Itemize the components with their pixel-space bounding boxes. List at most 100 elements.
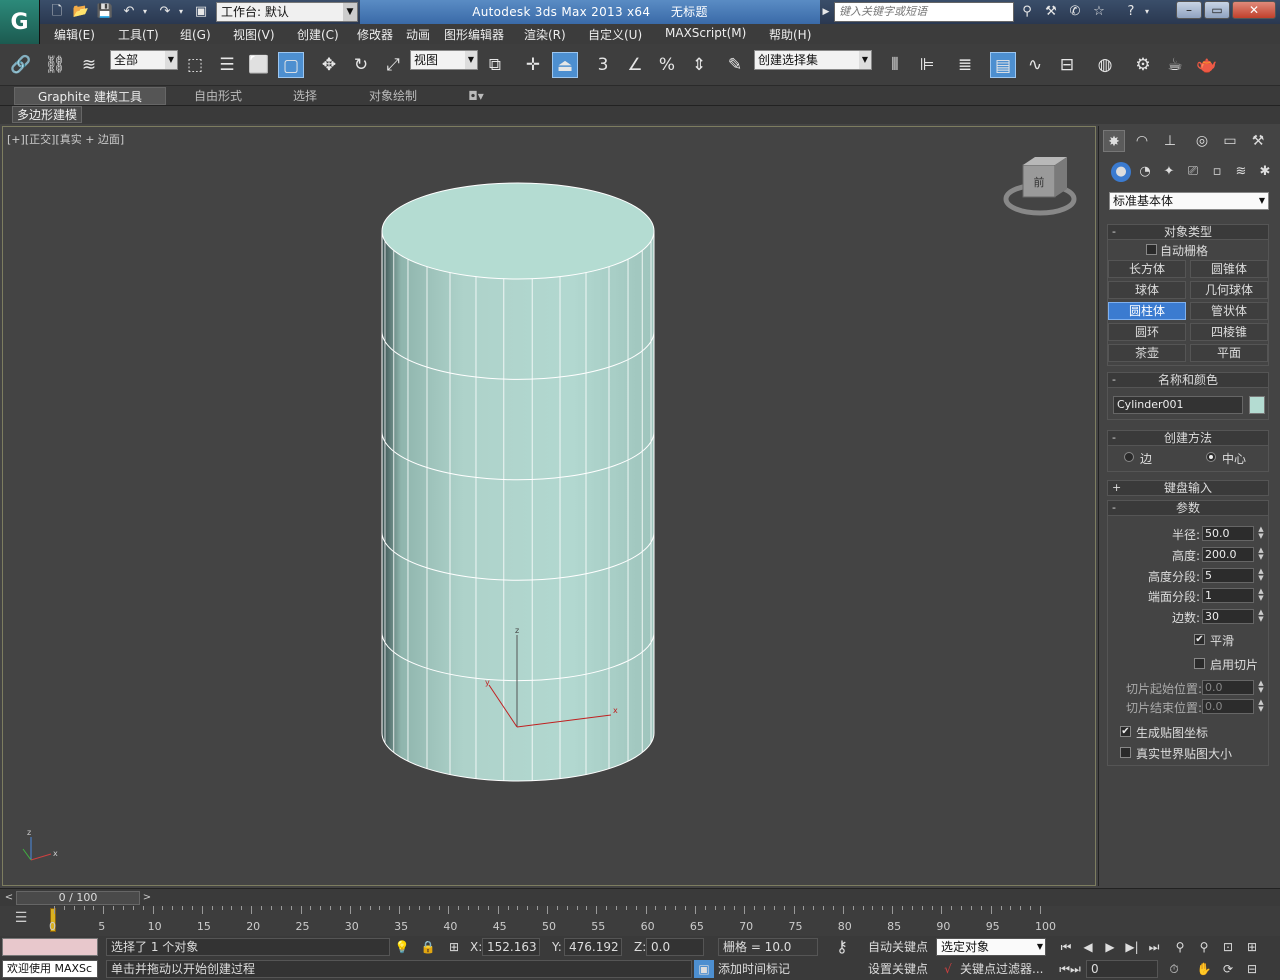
tab-object-paint[interactable]: 对象绘制	[350, 87, 436, 105]
time-slider[interactable]: < 0 / 100 >	[0, 888, 1280, 906]
rendered-frame-icon[interactable]: ☕	[1162, 52, 1188, 78]
window-crossing-icon[interactable]: ▢	[278, 52, 304, 78]
auto-key-button[interactable]: 自动关键点	[864, 938, 932, 956]
height-spinner-arrows[interactable]: ▲ ▼	[1256, 547, 1266, 562]
select-and-scale-icon[interactable]: ⤢	[380, 52, 406, 78]
geosphere-button[interactable]: 几何球体	[1190, 281, 1268, 299]
sides-input[interactable]: 30	[1202, 609, 1254, 624]
close-button[interactable]: ✕	[1232, 1, 1276, 19]
zoom-all-icon[interactable]: ⚲	[1194, 938, 1214, 956]
primitive-category-dropdown[interactable]: 标准基本体 ▼	[1109, 192, 1269, 210]
menu-animation[interactable]: 动画	[406, 26, 430, 43]
time-next-arrow-icon[interactable]: >	[140, 891, 154, 905]
spacewarps-category-icon[interactable]: ≋	[1231, 162, 1251, 182]
object-type-rollout-header[interactable]: - 对象类型	[1107, 224, 1269, 240]
zoom-extents-all-icon[interactable]: ⊞	[1242, 938, 1262, 956]
current-frame-input[interactable]: 0	[1086, 960, 1158, 978]
new-file-icon[interactable]: 🗋	[48, 3, 66, 21]
edit-named-selection-icon[interactable]: ✎	[722, 52, 748, 78]
minimize-button[interactable]: –	[1176, 1, 1202, 19]
mirror-icon[interactable]: ⫴	[882, 52, 908, 78]
sphere-button[interactable]: 球体	[1108, 281, 1186, 299]
add-time-tag-button[interactable]: 添加时间标记	[718, 960, 818, 978]
save-icon[interactable]: 💾	[96, 3, 114, 21]
menu-rendering[interactable]: 渲染(R)	[524, 26, 566, 43]
key-mode-toggle-icon[interactable]: ⏮⏭	[1058, 960, 1082, 978]
object-name-input[interactable]: Cylinder001	[1113, 396, 1243, 414]
angle-snap-icon[interactable]: ∠	[622, 52, 648, 78]
height-segments-input[interactable]: 5	[1202, 568, 1254, 583]
menu-group[interactable]: 组(G)	[180, 26, 211, 43]
cap-segments-arrows[interactable]: ▲ ▼	[1256, 588, 1266, 603]
menu-customize[interactable]: 自定义(U)	[588, 26, 642, 43]
method-edge-radio[interactable]	[1124, 452, 1134, 462]
tab-freeform[interactable]: 自由形式	[176, 87, 260, 105]
polygon-modeling-tab[interactable]: 多边形建模	[12, 106, 83, 123]
key-filters-button[interactable]: 关键点过滤器...	[960, 960, 1050, 978]
modify-tab-icon[interactable]: ◠	[1131, 130, 1153, 152]
undo-dropdown-icon[interactable]: ▾	[140, 3, 150, 21]
radius-spinner-arrows[interactable]: ▲ ▼	[1256, 526, 1266, 541]
time-config-icon[interactable]: ⏱	[1164, 960, 1184, 978]
select-by-name-icon[interactable]: ☰	[214, 52, 240, 78]
percent-snap-icon[interactable]: %	[654, 52, 680, 78]
name-color-rollout-header[interactable]: - 名称和颜色	[1107, 372, 1269, 388]
systems-category-icon[interactable]: ✱	[1255, 162, 1275, 182]
z-coord-input[interactable]: 0.0	[646, 938, 704, 956]
project-folder-icon[interactable]: ▣	[192, 3, 210, 21]
cone-button[interactable]: 圆锥体	[1190, 260, 1268, 278]
menu-edit[interactable]: 编辑(E)	[54, 26, 95, 43]
display-tab-icon[interactable]: ▭	[1219, 130, 1241, 152]
motion-tab-icon[interactable]: ◎	[1191, 130, 1213, 152]
plane-button[interactable]: 平面	[1190, 344, 1268, 362]
material-editor-icon[interactable]: ◍	[1092, 52, 1118, 78]
reference-coord-dropdown[interactable]: 视图 ▼	[410, 50, 478, 70]
pyramid-button[interactable]: 四棱锥	[1190, 323, 1268, 341]
generate-mapping-checkbox[interactable]: ✔	[1120, 726, 1131, 737]
menu-maxscript[interactable]: MAXScript(M)	[665, 26, 746, 40]
bind-space-warp-icon[interactable]: ≋	[76, 52, 102, 78]
object-color-swatch[interactable]	[1249, 396, 1265, 414]
help-dropdown-icon[interactable]: ▾	[1142, 3, 1152, 21]
align-icon[interactable]: ⊫	[914, 52, 940, 78]
prev-frame-icon[interactable]: ◀	[1078, 938, 1098, 956]
viewcube-face[interactable]: 前	[1034, 175, 1045, 189]
y-coord-input[interactable]: 476.192	[564, 938, 622, 956]
keyboard-entry-rollout-header[interactable]: + 键盘输入	[1107, 480, 1269, 496]
absolute-mode-icon[interactable]: ⊞	[446, 938, 462, 956]
slice-from-arrows[interactable]: ▲ ▼	[1256, 680, 1266, 695]
teapot-button[interactable]: 茶壶	[1108, 344, 1186, 362]
slice-on-checkbox[interactable]	[1194, 658, 1205, 669]
menu-create[interactable]: 创建(C)	[297, 26, 339, 43]
radius-spinner-input[interactable]: 50.0	[1202, 526, 1254, 541]
torus-button[interactable]: 圆环	[1108, 323, 1186, 341]
x-coord-input[interactable]: 152.163	[482, 938, 540, 956]
key-filters-icon[interactable]: √	[938, 960, 958, 978]
redo-icon[interactable]: ↷	[156, 3, 174, 21]
menu-tools[interactable]: 工具(T)	[118, 26, 159, 43]
named-selection-dropdown[interactable]: 创建选择集 ▼	[754, 50, 872, 70]
pivot-center-icon[interactable]: ⧉	[482, 52, 508, 78]
help-icon[interactable]: ?	[1122, 3, 1140, 21]
height-spinner-input[interactable]: 200.0	[1202, 547, 1254, 562]
slice-to-input[interactable]: 0.0	[1202, 699, 1254, 714]
time-slider-thumb[interactable]: 0 / 100	[16, 891, 140, 905]
curve-editor-icon[interactable]: ∿	[1022, 52, 1048, 78]
unlink-icon[interactable]: ⛓	[42, 52, 68, 78]
curve-editor-toggle-icon[interactable]: ☰	[6, 910, 36, 930]
orbit-icon[interactable]: ⟳	[1218, 960, 1238, 978]
hierarchy-tab-icon[interactable]: ⊥	[1159, 130, 1181, 152]
spinner-snap-icon[interactable]: ⇕	[686, 52, 712, 78]
open-file-icon[interactable]: 📂	[72, 3, 90, 21]
zoom-icon[interactable]: ⚲	[1170, 938, 1190, 956]
set-key-icon[interactable]: ⚷	[824, 938, 860, 956]
binoculars-icon[interactable]: ⚲	[1018, 3, 1036, 21]
slice-from-input[interactable]: 0.0	[1202, 680, 1254, 695]
select-object-icon[interactable]: ⬚	[182, 52, 208, 78]
snaps-toggle-icon[interactable]: 3	[590, 52, 616, 78]
selection-filter-dropdown[interactable]: 全部 ▼	[110, 50, 178, 70]
goto-end-icon[interactable]: ⏭	[1144, 938, 1164, 956]
next-frame-icon[interactable]: ▶|	[1122, 938, 1142, 956]
selection-lock-icon[interactable]: 🔒	[420, 938, 436, 956]
select-and-link-icon[interactable]: 🔗	[8, 52, 34, 78]
